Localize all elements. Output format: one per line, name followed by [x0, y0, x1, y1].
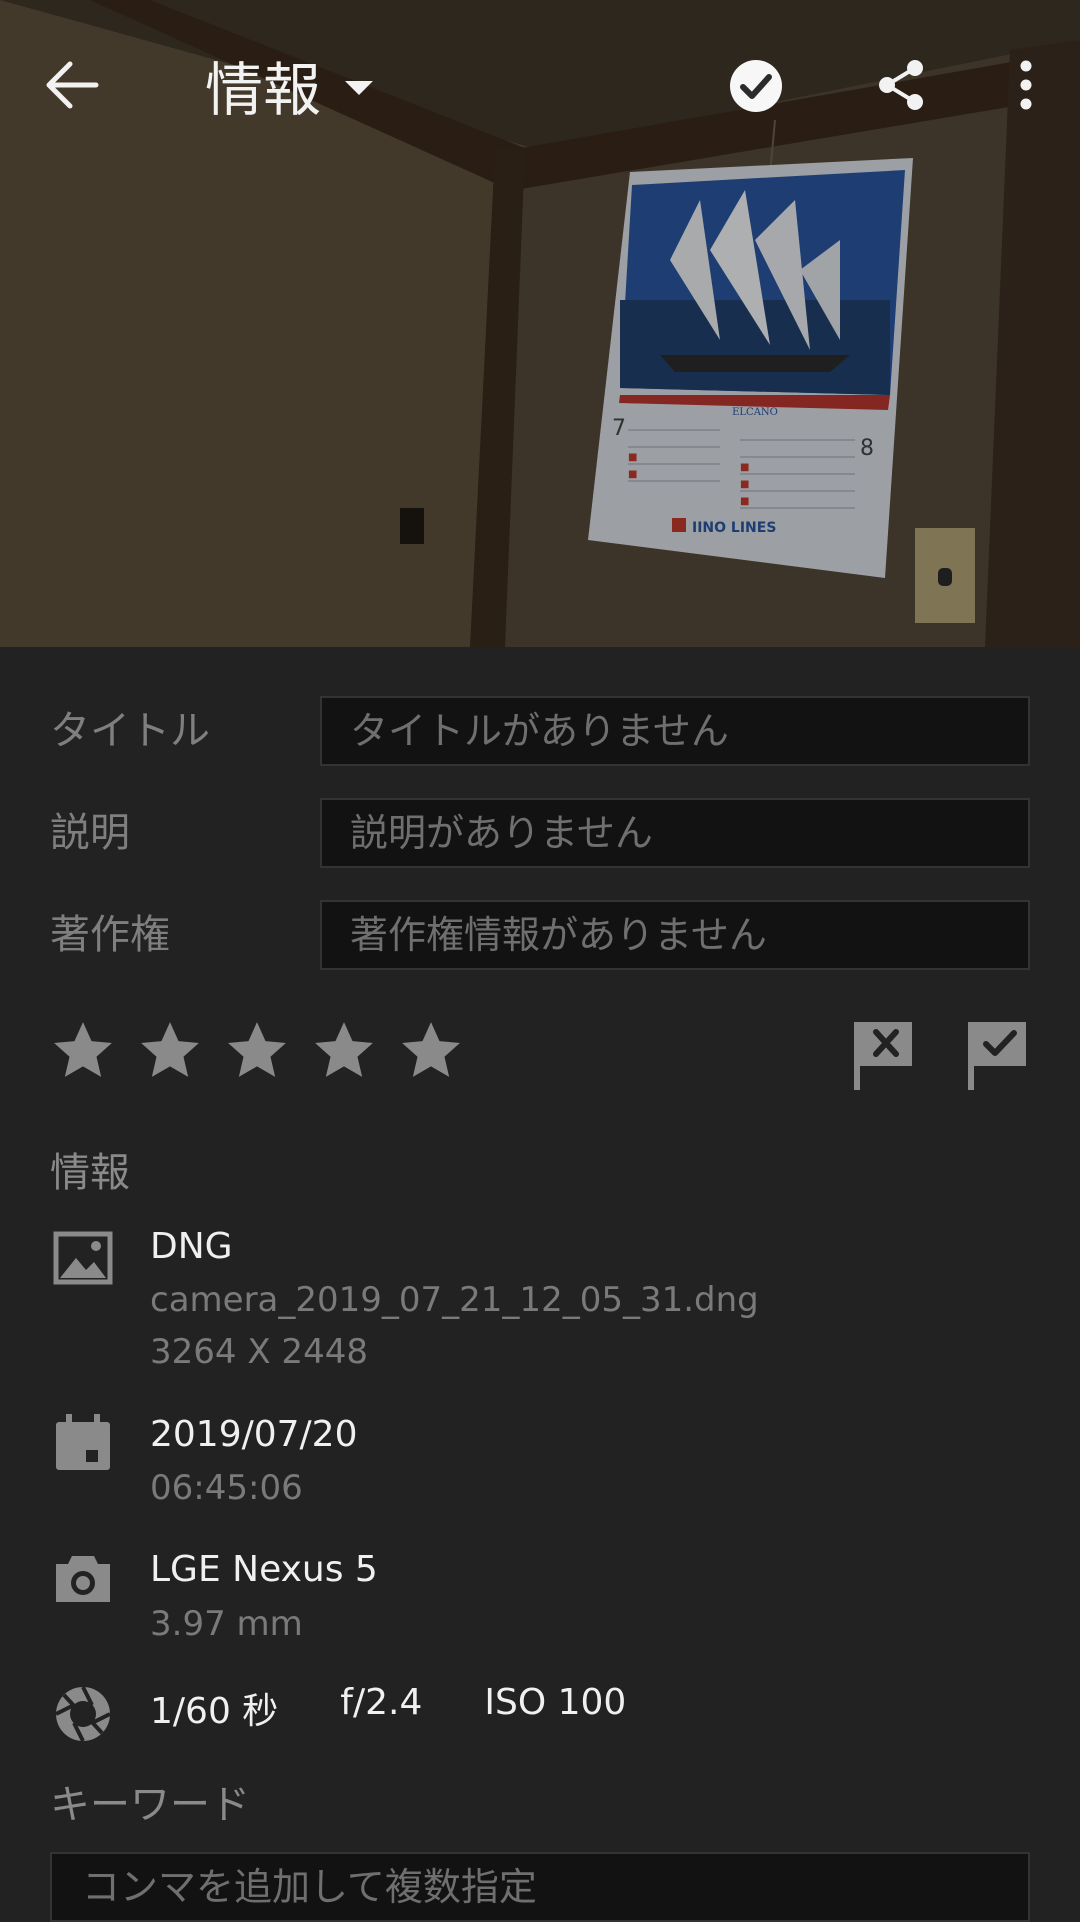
copyright-label: 著作権	[50, 912, 170, 958]
description-input[interactable]: 説明がありません	[320, 798, 1030, 868]
star-icon-2[interactable]	[137, 1018, 203, 1084]
keywords-input[interactable]: コンマを追加して複数指定	[50, 1852, 1030, 1922]
flag-pick-icon[interactable]	[966, 1020, 1028, 1092]
description-label: 説明	[50, 810, 130, 856]
star-icon-1[interactable]	[50, 1018, 116, 1084]
flag-reject-icon[interactable]	[852, 1020, 914, 1092]
camera-model: LGE Nexus 5	[150, 1549, 378, 1590]
focal-length: 3.97 mm	[150, 1604, 303, 1644]
exposure-row: 1/60 秒 f/2.4 ISO 100	[150, 1682, 688, 1734]
back-arrow-icon[interactable]	[44, 60, 100, 110]
aperture-value: f/2.4	[340, 1682, 423, 1723]
copyright-field-row: 著作権 著作権情報がありません	[0, 900, 1080, 970]
title-input[interactable]: タイトルがありません	[320, 696, 1030, 766]
share-icon[interactable]	[876, 58, 926, 112]
star-icon-5[interactable]	[398, 1018, 464, 1084]
top-app-bar: 情報	[0, 0, 1080, 170]
image-dimensions: 3264 X 2448	[150, 1332, 368, 1372]
page-title: 情報	[205, 56, 322, 124]
copyright-input[interactable]: 著作権情報がありません	[320, 900, 1030, 970]
keywords-title: キーワード	[50, 1782, 250, 1828]
info-section-title: 情報	[50, 1150, 130, 1196]
file-format: DNG	[150, 1226, 233, 1267]
camera-icon	[56, 1556, 110, 1602]
shutter-speed: 1/60 秒	[150, 1691, 279, 1732]
title-field-row: タイトル タイトルがありません	[0, 696, 1080, 766]
iso-value: ISO 100	[484, 1682, 627, 1723]
star-rating	[50, 1018, 464, 1088]
image-icon	[53, 1231, 113, 1285]
capture-time: 06:45:06	[150, 1468, 303, 1508]
more-vertical-icon[interactable]	[1016, 58, 1036, 112]
title-dropdown[interactable]: 情報	[205, 40, 374, 130]
check-circle-icon[interactable]	[728, 58, 784, 114]
file-name: camera_2019_07_21_12_05_31.dng	[150, 1280, 759, 1320]
star-icon-3[interactable]	[224, 1018, 290, 1084]
aperture-icon	[55, 1686, 111, 1742]
title-label: タイトル	[50, 708, 210, 754]
chevron-down-icon	[345, 81, 374, 95]
capture-date: 2019/07/20	[150, 1414, 358, 1455]
star-icon-4[interactable]	[311, 1018, 377, 1084]
calendar-icon	[56, 1414, 110, 1470]
description-field-row: 説明 説明がありません	[0, 798, 1080, 868]
